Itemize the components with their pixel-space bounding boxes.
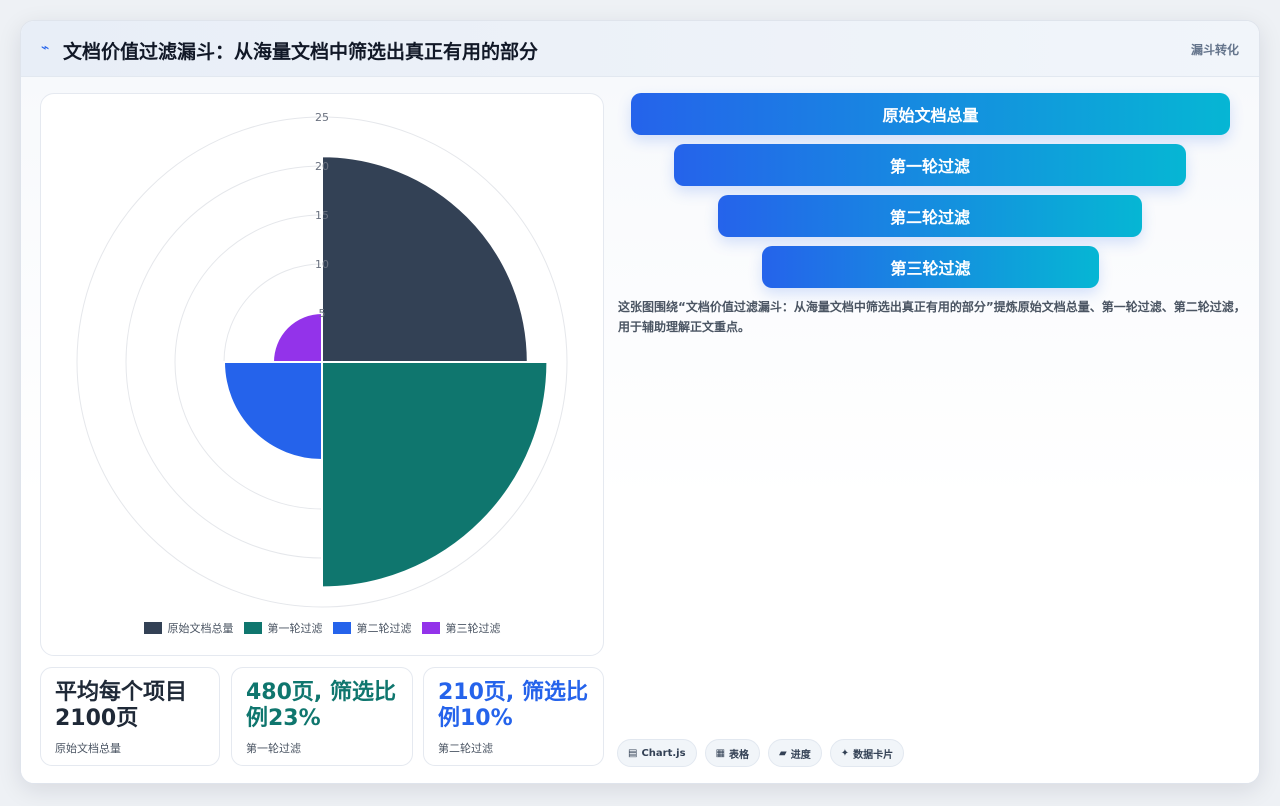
legend-swatch — [421, 622, 440, 634]
stat-value: 480页, 筛选比例23% — [246, 680, 396, 731]
card-header: ⌁ 文档价值过滤漏斗：从海量文档中筛选出真正有用的部分 漏斗转化 — [21, 21, 1259, 77]
header-tag: 漏斗转化 — [1190, 43, 1239, 57]
legend-item[interactable]: 原始文档总量 — [143, 620, 234, 636]
stat-label: 第一轮过滤 — [246, 742, 301, 755]
funnel-step-4: 第三轮过滤 — [762, 246, 1099, 288]
chart-icon: ▤ — [628, 747, 638, 759]
tech-chips: ▤ Chart.js ▦ 表格 ▰ 进度 ✦ 数据卡片 — [617, 739, 905, 767]
legend-swatch — [332, 622, 351, 634]
stat-value: 平均每个项目2100页 — [55, 680, 188, 731]
polar-chart: 5 10 15 20 25 原始文档总量 第一轮过滤 第二轮过滤 第三轮过滤 — [40, 93, 604, 656]
chip-label: 数据卡片 — [853, 749, 894, 761]
page-title: 文档价值过滤漏斗：从海量文档中筛选出真正有用的部分 — [63, 41, 539, 63]
legend-label: 第一轮过滤 — [267, 622, 323, 635]
funnel-step-3: 第二轮过滤 — [718, 195, 1142, 237]
chip-chartjs[interactable]: ▤ Chart.js — [617, 739, 697, 767]
funnel-step-1: 原始文档总量 — [631, 93, 1230, 135]
legend-label: 原始文档总量 — [167, 622, 234, 635]
progress-icon: ▰ — [779, 747, 787, 759]
radial-tick-label: 25 — [315, 111, 329, 124]
polar-segment[interactable] — [271, 311, 323, 363]
legend-label: 第三轮过滤 — [445, 622, 501, 635]
chip-label: Chart.js — [641, 747, 686, 759]
stat-label: 原始文档总量 — [55, 742, 121, 755]
chart-line-icon: ⌁ — [41, 40, 50, 56]
chart-description: 这张图围绕“文档价值过滤漏斗：从海量文档中筛选出真正有用的部分”提炼原始文档总量… — [618, 300, 1246, 334]
legend-swatch — [243, 622, 262, 634]
data-card-icon: ✦ — [840, 747, 850, 759]
chip-data-card[interactable]: ✦ 数据卡片 — [829, 739, 905, 767]
polar-segment[interactable] — [222, 361, 323, 462]
chart-legend: 原始文档总量 第一轮过滤 第二轮过滤 第三轮过滤 — [41, 620, 603, 636]
main-card: ⌁ 文档价值过滤漏斗：从海量文档中筛选出真正有用的部分 漏斗转化 5 10 15 20… — [20, 20, 1260, 784]
radial-tick-label: 20 — [315, 160, 329, 173]
stat-value: 210页, 筛选比例10% — [438, 680, 588, 731]
stat-card-1: 平均每个项目2100页 原始文档总量 — [40, 667, 220, 766]
chip-label: 表格 — [729, 749, 750, 761]
funnel-step-2: 第一轮过滤 — [674, 144, 1186, 186]
stat-label: 第二轮过滤 — [438, 742, 493, 755]
polar-chart-svg: 5 10 15 20 25 — [76, 111, 568, 608]
legend-item[interactable]: 第二轮过滤 — [332, 620, 412, 636]
polar-segment[interactable] — [321, 155, 529, 363]
radial-tick-label: 5 — [319, 307, 326, 320]
stat-card-3: 210页, 筛选比例10% 第二轮过滤 — [423, 667, 604, 766]
radial-tick-label: 15 — [315, 209, 329, 222]
table-icon: ▦ — [715, 747, 726, 759]
legend-item[interactable]: 第三轮过滤 — [421, 620, 501, 636]
legend-label: 第二轮过滤 — [356, 622, 412, 635]
stat-card-2: 480页, 筛选比例23% 第一轮过滤 — [231, 667, 413, 766]
chip-table[interactable]: ▦ 表格 — [704, 739, 761, 767]
chip-label: 进度 — [790, 749, 811, 761]
radial-tick-label: 10 — [315, 258, 329, 271]
chip-progress[interactable]: ▰ 进度 — [768, 739, 822, 767]
polar-segment[interactable] — [321, 361, 549, 589]
legend-item[interactable]: 第一轮过滤 — [243, 620, 323, 636]
legend-swatch — [143, 622, 162, 634]
